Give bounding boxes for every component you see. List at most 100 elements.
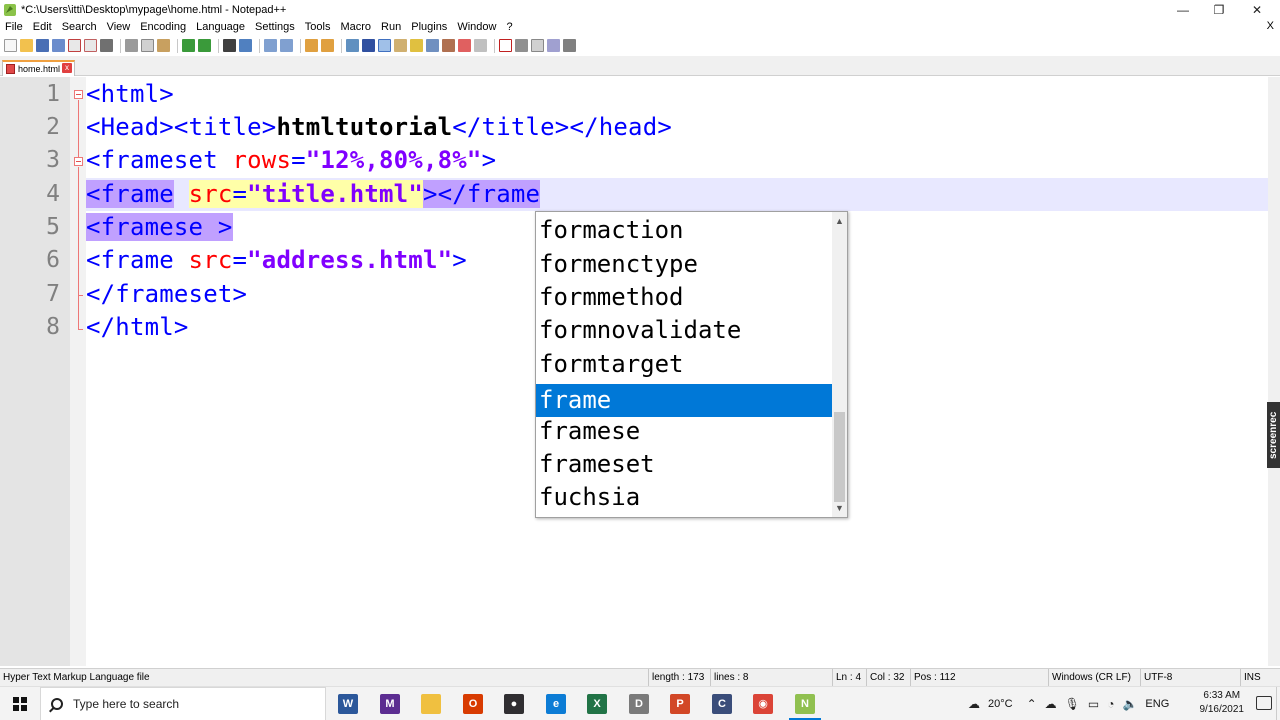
dosbox-icon[interactable]: D [629, 694, 649, 714]
autocomplete-popup[interactable]: formaction formenctype formmethod formno… [535, 211, 848, 518]
editor-vertical-scrollbar[interactable] [1268, 77, 1280, 666]
menu-search[interactable]: Search [57, 20, 102, 35]
obs-icon[interactable]: ● [504, 694, 524, 714]
play-macro-icon[interactable] [531, 39, 544, 52]
monitoring-icon[interactable] [474, 39, 487, 52]
weather-icon[interactable]: ☁ [968, 697, 980, 711]
devcpp-icon[interactable]: C [712, 694, 732, 714]
print-icon[interactable] [100, 39, 113, 52]
office-icon[interactable]: O [463, 694, 483, 714]
autocomplete-scrollbar[interactable]: ▲ ▼ [832, 212, 847, 517]
save-all-icon[interactable] [52, 39, 65, 52]
network-icon[interactable]: ◔ [1107, 697, 1114, 711]
paste-icon[interactable] [157, 39, 170, 52]
close-all-icon[interactable] [84, 39, 97, 52]
sync-horizontal-icon[interactable] [321, 39, 334, 52]
save-macro-icon[interactable] [563, 39, 576, 52]
notification-icon[interactable] [1256, 696, 1272, 710]
undo-icon[interactable] [182, 39, 195, 52]
minimize-button[interactable]: — [1164, 0, 1202, 20]
menu-help[interactable]: ? [501, 20, 517, 35]
menu-encoding[interactable]: Encoding [135, 20, 191, 35]
close-document-button[interactable]: X [1267, 20, 1274, 32]
zoom-out-icon[interactable] [280, 39, 293, 52]
autocomplete-item-selected[interactable]: frame [536, 384, 833, 417]
menu-edit[interactable]: Edit [28, 20, 57, 35]
volume-icon[interactable]: 🔈 [1122, 697, 1137, 711]
chrome-icon[interactable]: ◉ [753, 694, 773, 714]
close-tab-icon[interactable]: x [62, 63, 72, 73]
frame-close-tag-partial: ></frame [422, 180, 541, 208]
microphone-icon[interactable]: 🎙 [1065, 697, 1080, 711]
word-wrap-icon[interactable] [346, 39, 359, 52]
record-macro-icon[interactable] [499, 39, 512, 52]
menu-view[interactable]: View [102, 20, 136, 35]
autocomplete-item[interactable]: frameset [536, 448, 833, 481]
chevron-up-icon[interactable]: ⌃ [1027, 697, 1037, 711]
show-all-chars-icon[interactable] [362, 39, 375, 52]
menu-window[interactable]: Window [452, 20, 501, 35]
lang-define-icon[interactable] [394, 39, 407, 52]
powerpoint-icon[interactable]: P [670, 694, 690, 714]
doc-map-icon[interactable] [410, 39, 423, 52]
autocomplete-item[interactable]: framese [536, 415, 833, 448]
start-button[interactable] [0, 687, 40, 720]
cut-icon[interactable] [125, 39, 138, 52]
weather-temp[interactable]: 20°C [988, 698, 1013, 710]
autocomplete-item[interactable]: fuchsia [536, 481, 833, 514]
redo-icon[interactable] [198, 39, 211, 52]
menu-macro[interactable]: Macro [335, 20, 376, 35]
maximize-button[interactable]: ❐ [1200, 0, 1238, 20]
close-window-button[interactable]: ✕ [1238, 0, 1276, 20]
close-file-icon[interactable] [68, 39, 81, 52]
clock[interactable]: 6:33 AM 9/16/2021 [1200, 689, 1245, 717]
menu-run[interactable]: Run [376, 20, 406, 35]
function-list-icon[interactable] [442, 39, 455, 52]
visual-studio-icon[interactable]: M [380, 694, 400, 714]
taskbar-search-box[interactable]: Type here to search [40, 687, 326, 720]
find-icon[interactable] [223, 39, 236, 52]
menu-plugins[interactable]: Plugins [406, 20, 452, 35]
excel-icon[interactable]: X [587, 694, 607, 714]
menu-language[interactable]: Language [191, 20, 250, 35]
scroll-thumb[interactable] [834, 412, 845, 502]
fold-toggle-icon[interactable] [74, 157, 83, 166]
scroll-up-icon[interactable]: ▲ [832, 214, 847, 228]
autocomplete-item[interactable]: formmethod [536, 281, 833, 314]
notepadpp-icon[interactable]: N [789, 694, 821, 720]
save-icon[interactable] [36, 39, 49, 52]
copy-icon[interactable] [141, 39, 154, 52]
cloud-icon[interactable]: ☁ [1045, 697, 1057, 711]
autocomplete-item[interactable]: formaction [536, 214, 833, 247]
autocomplete-item[interactable]: formenctype [536, 248, 833, 281]
language-indicator[interactable]: ENG [1145, 698, 1169, 710]
edge-icon[interactable]: e [546, 694, 566, 714]
fold-toggle-icon[interactable] [74, 90, 83, 99]
menu-file[interactable]: File [0, 20, 28, 35]
run-macro-multiple-icon[interactable] [547, 39, 560, 52]
battery-icon[interactable]: ▭ [1088, 697, 1099, 711]
tab-home-html[interactable]: home.html x [2, 60, 75, 76]
doc-list-icon[interactable] [426, 39, 439, 52]
scroll-down-icon[interactable]: ▼ [832, 501, 847, 515]
zoom-in-icon[interactable] [264, 39, 277, 52]
indent-guide-icon[interactable] [378, 39, 391, 52]
show-desktop-button[interactable] [1276, 687, 1280, 720]
search-icon [51, 698, 63, 710]
open-file-icon[interactable] [20, 39, 33, 52]
status-eol[interactable]: Windows (CR LF) [1048, 669, 1140, 687]
new-file-icon[interactable] [4, 39, 17, 52]
scroll-thumb[interactable] [1269, 77, 1279, 666]
menu-tools[interactable]: Tools [300, 20, 336, 35]
autocomplete-item[interactable]: formtarget [536, 348, 833, 381]
sync-vertical-icon[interactable] [305, 39, 318, 52]
folder-workspace-icon[interactable] [458, 39, 471, 52]
file-explorer-icon[interactable] [421, 694, 441, 714]
replace-icon[interactable] [239, 39, 252, 52]
status-encoding[interactable]: UTF-8 [1140, 669, 1240, 687]
stop-macro-icon[interactable] [515, 39, 528, 52]
word-icon[interactable]: W [338, 694, 358, 714]
status-insert-mode[interactable]: INS [1240, 669, 1280, 687]
menu-settings[interactable]: Settings [250, 20, 300, 35]
autocomplete-item[interactable]: formnovalidate [536, 314, 833, 347]
